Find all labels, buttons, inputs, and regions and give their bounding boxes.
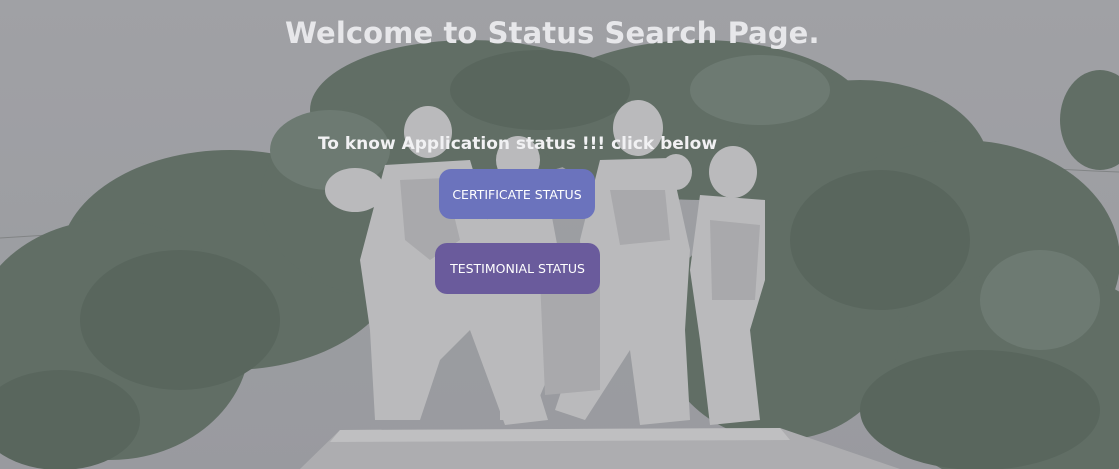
testimonial-status-button[interactable]: TESTIMONIAL STATUS — [435, 243, 600, 294]
background-overlay — [0, 0, 1119, 469]
page-title: Welcome to Status Search Page. — [285, 16, 820, 50]
instruction-text: To know Application status !!! click bel… — [317, 134, 718, 154]
certificate-status-button[interactable]: CERTIFICATE STATUS — [439, 169, 595, 219]
